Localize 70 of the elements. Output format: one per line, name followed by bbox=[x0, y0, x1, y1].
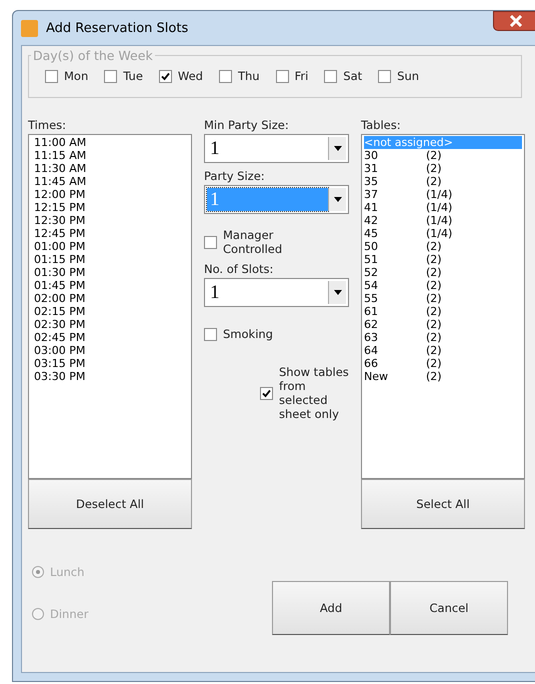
table-item[interactable]: 37 (1/4) bbox=[364, 188, 522, 201]
times-list[interactable]: 11:00 AM 11:15 AM 11:30 AM 11:45 AM 12:00 PM 12:15 PM 12:30 PM 12:45 PM 01:00 PM 01:15 PM 01:30 PM 01:45 PM 02:00 PM 02:15 PM 02:30 PM 02:45 PM 03:00 PM 03:15 PM 03:30 PM bbox=[28, 134, 192, 479]
close-icon bbox=[509, 15, 523, 27]
deselect-all-button[interactable]: Deselect All bbox=[28, 479, 192, 529]
combo-label: Party Size: bbox=[204, 169, 266, 183]
time-item[interactable]: 12:15 PM bbox=[34, 201, 189, 214]
combo-label: Min Party Size: bbox=[204, 118, 290, 132]
time-item[interactable]: 12:45 PM bbox=[34, 227, 189, 240]
tables-list[interactable]: <not assigned> 30 (2) 31 (2) 35 (2) 37 (1/4) 41 (1/4) 42 (1/4) 45 (1/4) 50 (2) 51 (2) 52 (2) 54 (2) 55 (2) 61 (2) 62 (2) 63 (2) 64 (2) 66 (2) New (2) bbox=[361, 134, 525, 479]
table-item[interactable]: 31 (2) bbox=[364, 162, 522, 175]
table-item[interactable]: 54 (2) bbox=[364, 279, 522, 292]
time-item[interactable]: 03:30 PM bbox=[34, 370, 189, 383]
time-item[interactable]: 12:00 PM bbox=[34, 188, 189, 201]
time-item[interactable]: 01:15 PM bbox=[34, 253, 189, 266]
table-item[interactable]: 35 (2) bbox=[364, 175, 522, 188]
time-item[interactable]: 12:30 PM bbox=[34, 214, 189, 227]
time-item[interactable]: 11:00 AM bbox=[34, 136, 189, 149]
caret-icon bbox=[334, 290, 342, 295]
table-item[interactable]: 50 (2) bbox=[364, 240, 522, 253]
caret-icon bbox=[334, 146, 342, 151]
check-icon bbox=[262, 388, 271, 398]
time-item[interactable]: 02:30 PM bbox=[34, 318, 189, 331]
table-item[interactable]: 51 (2) bbox=[364, 253, 522, 266]
table-item[interactable]: 45 (1/4) bbox=[364, 227, 522, 240]
table-item[interactable]: 62 (2) bbox=[364, 318, 522, 331]
time-item[interactable]: 02:00 PM bbox=[34, 292, 189, 305]
time-item[interactable]: 01:30 PM bbox=[34, 266, 189, 279]
time-item[interactable]: 02:15 PM bbox=[34, 305, 189, 318]
day-checkbox[interactable]: Sat bbox=[324, 69, 362, 83]
table-item[interactable]: 52 (2) bbox=[364, 266, 522, 279]
time-item[interactable]: 03:15 PM bbox=[34, 357, 189, 370]
combo-box[interactable]: 1 bbox=[204, 134, 349, 163]
window-title: Add Reservation Slots bbox=[46, 20, 188, 36]
table-item[interactable]: 66 (2) bbox=[364, 357, 522, 370]
check-icon bbox=[160, 72, 170, 80]
tables-label: Tables: bbox=[361, 118, 402, 132]
show-tables-checkbox[interactable]: Show tables from selected sheet only bbox=[260, 365, 349, 421]
table-item[interactable]: 30 (2) bbox=[364, 149, 522, 162]
app-icon bbox=[21, 20, 38, 36]
table-item[interactable]: 64 (2) bbox=[364, 344, 522, 357]
table-item[interactable]: 42 (1/4) bbox=[364, 214, 522, 227]
table-item[interactable]: 63 (2) bbox=[364, 331, 522, 344]
time-item[interactable]: 01:00 PM bbox=[34, 240, 189, 253]
combo-label: No. of Slots: bbox=[204, 262, 274, 276]
time-item[interactable]: 11:15 AM bbox=[34, 149, 189, 162]
time-item[interactable]: 03:00 PM bbox=[34, 344, 189, 357]
table-item[interactable]: New (2) bbox=[364, 370, 522, 383]
day-checkbox[interactable]: Tue bbox=[104, 69, 143, 83]
group-title: Day(s) of the Week bbox=[32, 48, 154, 63]
caret-icon bbox=[334, 197, 342, 202]
time-item[interactable]: 11:45 AM bbox=[34, 175, 189, 188]
time-item[interactable]: 11:30 AM bbox=[34, 162, 189, 175]
time-item[interactable]: 02:45 PM bbox=[34, 331, 189, 344]
time-item[interactable]: 01:45 PM bbox=[34, 279, 189, 292]
table-item[interactable]: 61 (2) bbox=[364, 305, 522, 318]
combo-box[interactable]: 1 bbox=[204, 278, 349, 307]
add-button[interactable]: Add bbox=[272, 581, 390, 635]
table-item[interactable]: 55 (2) bbox=[364, 292, 522, 305]
times-label: Times: bbox=[28, 118, 68, 132]
table-item[interactable]: 41 (1/4) bbox=[364, 201, 522, 214]
day-checkbox[interactable]: Mon bbox=[45, 69, 88, 83]
smoking-checkbox[interactable]: Smoking bbox=[204, 327, 349, 341]
day-checkbox[interactable]: Fri bbox=[276, 69, 308, 83]
close-button[interactable] bbox=[493, 11, 535, 31]
day-checkbox[interactable]: Thu bbox=[218, 69, 260, 83]
manager-checkbox[interactable]: Manager Controlled bbox=[204, 228, 349, 256]
day-checkbox[interactable]: Wed bbox=[158, 69, 203, 83]
cancel-button[interactable]: Cancel bbox=[390, 581, 508, 635]
select-all-button[interactable]: Select All bbox=[361, 479, 525, 529]
day-checkbox[interactable]: Sun bbox=[378, 69, 420, 83]
